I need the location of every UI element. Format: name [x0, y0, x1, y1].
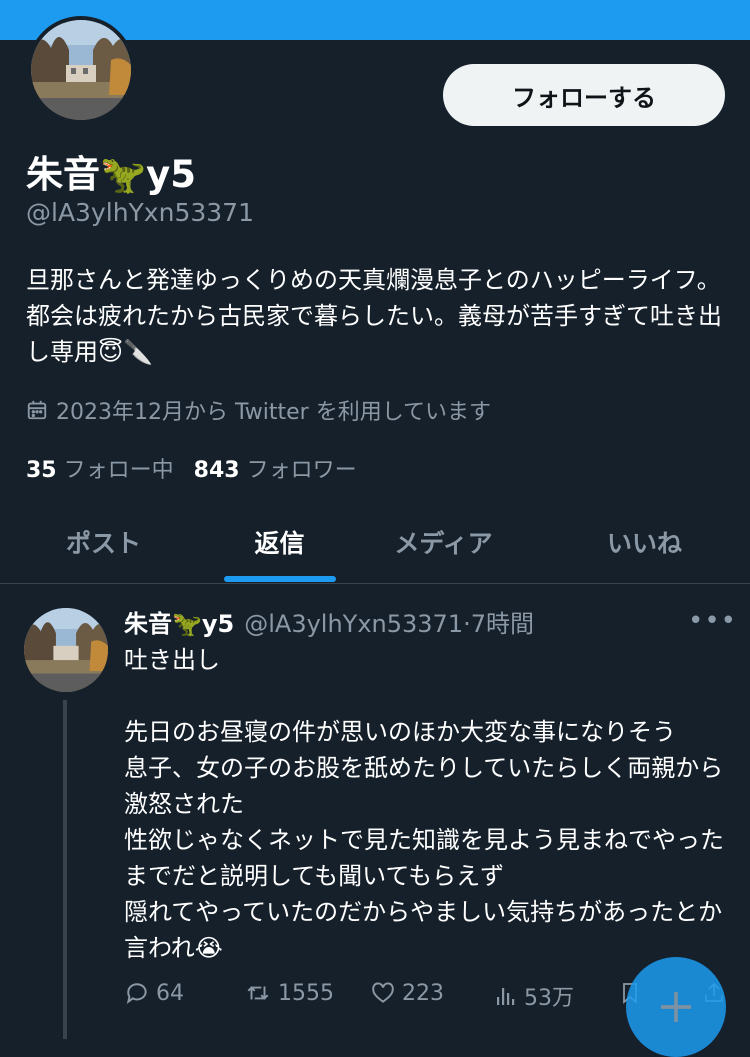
- joined-text: 2023年12月から Twitter を利用しています: [56, 400, 492, 425]
- profile-tabs: ポスト 返信 メディア いいね: [0, 504, 750, 584]
- reply-icon: [126, 983, 147, 1005]
- follow-stats: 35 フォロー中 843 フォロワー: [26, 452, 357, 484]
- more-icon[interactable]: •••: [688, 606, 737, 636]
- following-count: 35: [26, 458, 57, 483]
- views-icon: [497, 988, 515, 1005]
- post-avatar[interactable]: [24, 608, 108, 692]
- repost-button[interactable]: 1555: [244, 980, 334, 1006]
- post-handle-text: @lA3ylhYxn53371: [244, 610, 464, 638]
- active-tab-indicator: [224, 576, 336, 582]
- followers-count: 843: [193, 458, 240, 483]
- tab-media[interactable]: メディア: [350, 504, 537, 580]
- repost-count: 1555: [278, 980, 334, 1006]
- following-label: フォロー中: [63, 458, 174, 483]
- post-author-handle: @lA3ylhYxn53371·7時間: [244, 604, 534, 639]
- post-header: 朱音🦖y5 @lA3ylhYxn53371·7時間: [124, 604, 534, 639]
- post-time[interactable]: 7時間: [471, 610, 534, 638]
- profile-avatar[interactable]: [27, 16, 135, 124]
- tab-replies[interactable]: 返信: [186, 504, 373, 580]
- follow-button[interactable]: フォローする: [443, 64, 725, 126]
- profile-handle: @lA3ylhYxn53371: [26, 198, 254, 227]
- like-count: 223: [402, 980, 444, 1006]
- thread-line: [63, 700, 67, 1039]
- plus-icon: [661, 992, 691, 1022]
- repost-icon: [247, 986, 269, 1000]
- profile-name: 朱音🦖y5: [26, 153, 196, 196]
- followers-label: フォロワー: [246, 458, 357, 483]
- joined-date: 2023年12月から Twitter を利用しています: [26, 394, 491, 426]
- view-count: 53万: [524, 986, 574, 1011]
- tab-posts[interactable]: ポスト: [10, 504, 197, 580]
- post-text: 吐き出し 先日のお昼寝の件が思いのほか大変な事になりそう 息子、女の子のお股を舐…: [124, 646, 724, 962]
- profile-bio: 旦那さんと発達ゆっくりめの天真爛漫息子とのハッピーライフ。都会は疲れたから古民家…: [26, 266, 722, 366]
- post-separator: ·: [463, 610, 471, 638]
- reply-count: 64: [156, 980, 184, 1006]
- reply-button[interactable]: 64: [124, 980, 184, 1006]
- like-button[interactable]: 223: [370, 980, 444, 1006]
- tab-likes[interactable]: いいね: [551, 504, 738, 580]
- like-icon: [372, 982, 394, 1003]
- post-author-name[interactable]: 朱音🦖y5: [124, 604, 234, 639]
- followers-link[interactable]: 843 フォロワー: [194, 458, 357, 483]
- compose-button[interactable]: [626, 957, 726, 1057]
- views-button[interactable]: 53万: [494, 980, 574, 1012]
- following-link[interactable]: 35 フォロー中: [26, 458, 174, 483]
- calendar-icon: [27, 400, 47, 420]
- divider: [0, 583, 750, 584]
